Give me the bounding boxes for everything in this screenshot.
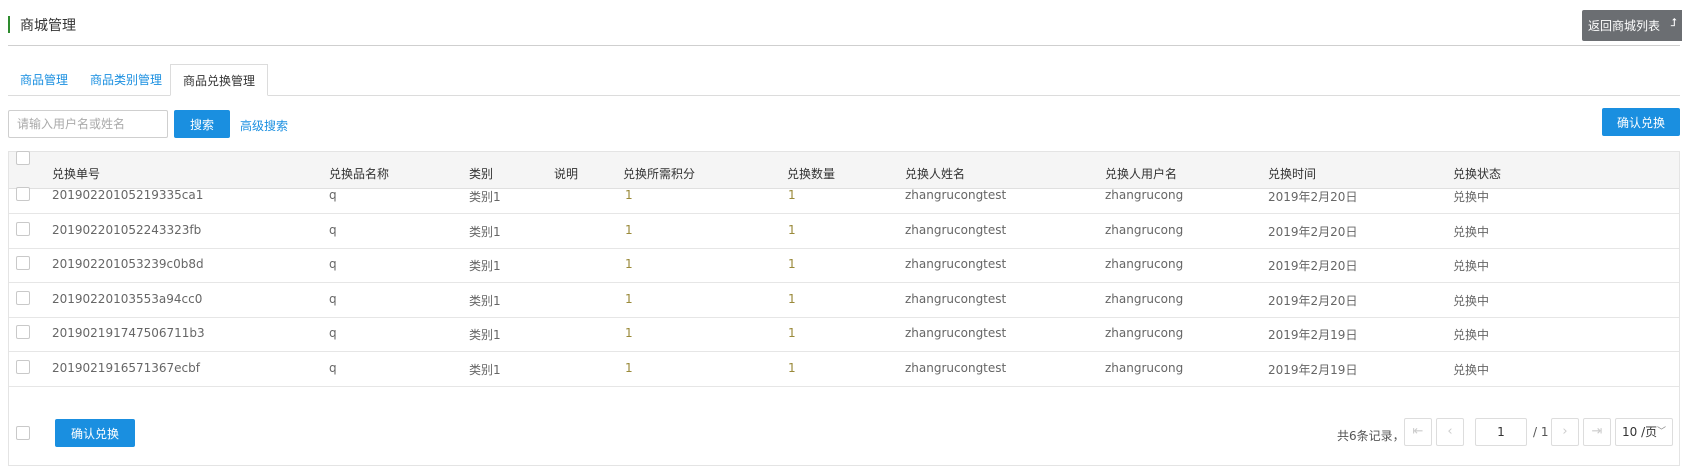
cell-item-name: q bbox=[329, 188, 337, 202]
cell-item-name: q bbox=[329, 292, 337, 306]
cell-exchange-time: 2019年2月20日 bbox=[1268, 190, 1358, 204]
cell-exchange-time: 2019年2月20日 bbox=[1268, 259, 1358, 273]
cell-required-points: 1 bbox=[625, 326, 633, 340]
cell-quantity: 1 bbox=[788, 326, 796, 340]
row-checkbox[interactable] bbox=[16, 291, 30, 305]
row-checkbox[interactable] bbox=[16, 325, 30, 339]
cell-category: 类别1 bbox=[469, 259, 501, 273]
cell-quantity: 1 bbox=[788, 223, 796, 237]
cell-order-number: 2019021916571367ecbf bbox=[52, 361, 200, 375]
cell-exchange-status: 兑换中 bbox=[1453, 225, 1490, 239]
cell-required-points: 1 bbox=[625, 292, 633, 306]
page-size-value: 10 /页 bbox=[1622, 425, 1658, 439]
cell-exchange-time: 2019年2月19日 bbox=[1268, 363, 1358, 377]
cell-exchange-time: 2019年2月20日 bbox=[1268, 225, 1358, 239]
select-all-checkbox[interactable] bbox=[16, 151, 30, 165]
cell-category: 类别1 bbox=[469, 363, 501, 377]
cell-category: 类别1 bbox=[469, 294, 501, 308]
tab-product-management[interactable]: 商品管理 bbox=[20, 64, 68, 96]
total-pages-text: / 1 bbox=[1533, 425, 1549, 439]
cell-item-name: q bbox=[329, 223, 337, 237]
cell-exchanger-username: zhangrucong bbox=[1105, 361, 1184, 375]
cell-exchanger-username: zhangrucong bbox=[1105, 257, 1184, 271]
cell-exchange-status: 兑换中 bbox=[1453, 328, 1490, 342]
total-records-text: 共6条记录， bbox=[1337, 429, 1405, 443]
back-button-label: 返回商城列表 bbox=[1588, 19, 1661, 33]
table-row: 201902191747506711b3 q 类别1 1 1 zhangruco… bbox=[9, 315, 1679, 352]
table-row: 20190220103553a94cc0 q 类别1 1 1 zhangruco… bbox=[9, 281, 1679, 318]
exchange-table: 兑换单号 兑换品名称 类别 说明 兑换所需积分 兑换数量 兑换人姓名 兑换人用户… bbox=[8, 151, 1680, 466]
cell-required-points: 1 bbox=[625, 188, 633, 202]
row-checkbox[interactable] bbox=[16, 360, 30, 374]
first-page-icon[interactable]: ⇤ bbox=[1404, 418, 1432, 446]
cell-quantity: 1 bbox=[788, 292, 796, 306]
table-row: 201902201053239c0b8d q 类别1 1 1 zhangruco… bbox=[9, 246, 1679, 283]
cell-category: 类别1 bbox=[469, 190, 501, 204]
table-row: 2019021916571367ecbf q 类别1 1 1 zhangruco… bbox=[9, 350, 1679, 387]
cell-quantity: 1 bbox=[788, 361, 796, 375]
cell-item-name: q bbox=[329, 361, 337, 375]
cell-order-number: 201902201052243323fb bbox=[52, 223, 202, 237]
advanced-search-link[interactable]: 高级搜索 bbox=[240, 117, 288, 134]
prev-page-icon[interactable]: ‹ bbox=[1436, 418, 1464, 446]
cell-exchanger-username: zhangrucong bbox=[1105, 223, 1184, 237]
cell-exchanger-name: zhangrucongtest bbox=[905, 223, 1007, 237]
search-input[interactable] bbox=[8, 110, 168, 138]
cell-order-number: 201902201053239c0b8d bbox=[52, 257, 204, 271]
cell-exchanger-username: zhangrucong bbox=[1105, 292, 1184, 306]
last-page-icon[interactable]: ⇥ bbox=[1583, 418, 1611, 446]
cell-quantity: 1 bbox=[788, 257, 796, 271]
page-header: 商城管理 返回商城列表 ⮥ bbox=[8, 10, 1682, 46]
cell-order-number: 201902191747506711b3 bbox=[52, 326, 205, 340]
cell-exchanger-name: zhangrucongtest bbox=[905, 361, 1007, 375]
table-row: 20190220105219335ca1 q 类别1 1 1 zhangruco… bbox=[9, 177, 1679, 214]
cell-item-name: q bbox=[329, 326, 337, 340]
cell-exchanger-name: zhangrucongtest bbox=[905, 326, 1007, 340]
cell-exchange-time: 2019年2月20日 bbox=[1268, 294, 1358, 308]
confirm-exchange-button-top[interactable]: 确认兑换 bbox=[1602, 108, 1680, 136]
cell-exchange-time: 2019年2月19日 bbox=[1268, 328, 1358, 342]
page-size-select[interactable]: 10 /页 ﹀ bbox=[1615, 418, 1673, 446]
tab-category-management[interactable]: 商品类别管理 bbox=[90, 64, 162, 96]
cell-item-name: q bbox=[329, 257, 337, 271]
row-checkbox[interactable] bbox=[16, 256, 30, 270]
back-to-mall-list-button[interactable]: 返回商城列表 ⮥ bbox=[1582, 10, 1682, 41]
tab-exchange-management[interactable]: 商品兑换管理 bbox=[170, 64, 269, 96]
cell-required-points: 1 bbox=[625, 223, 633, 237]
cell-category: 类别1 bbox=[469, 328, 501, 342]
cell-required-points: 1 bbox=[625, 257, 633, 271]
cell-exchanger-name: zhangrucongtest bbox=[905, 292, 1007, 306]
cell-exchanger-name: zhangrucongtest bbox=[905, 257, 1007, 271]
table-footer: 确认兑换 共6条记录， ⇤ ‹ / 1 › ⇥ 10 /页 ﹀ bbox=[9, 411, 1679, 465]
row-checkbox[interactable] bbox=[16, 187, 30, 201]
table-row: 201902201052243323fb q 类别1 1 1 zhangruco… bbox=[9, 212, 1679, 249]
cell-exchange-status: 兑换中 bbox=[1453, 259, 1490, 273]
cell-exchange-status: 兑换中 bbox=[1453, 294, 1490, 308]
footer-select-all-checkbox[interactable] bbox=[16, 426, 30, 440]
search-button[interactable]: 搜索 bbox=[174, 110, 230, 138]
confirm-exchange-button-bottom[interactable]: 确认兑换 bbox=[55, 419, 135, 447]
cell-exchange-status: 兑换中 bbox=[1453, 363, 1490, 377]
cell-exchanger-username: zhangrucong bbox=[1105, 188, 1184, 202]
title-accent-bar bbox=[8, 16, 10, 33]
return-arrow-icon: ⮥ bbox=[1670, 16, 1678, 29]
cell-required-points: 1 bbox=[625, 361, 633, 375]
cell-order-number: 20190220105219335ca1 bbox=[52, 188, 204, 202]
cell-order-number: 20190220103553a94cc0 bbox=[52, 292, 203, 306]
page-title: 商城管理 bbox=[20, 18, 76, 34]
chevron-down-icon: ﹀ bbox=[1656, 427, 1666, 437]
cell-category: 类别1 bbox=[469, 225, 501, 239]
tab-bar: 商品管理 商品类别管理 商品兑换管理 bbox=[8, 64, 1680, 96]
next-page-icon[interactable]: › bbox=[1551, 418, 1579, 446]
page-number-input[interactable] bbox=[1475, 418, 1527, 446]
cell-exchange-status: 兑换中 bbox=[1453, 190, 1490, 204]
cell-exchanger-username: zhangrucong bbox=[1105, 326, 1184, 340]
row-checkbox[interactable] bbox=[16, 222, 30, 236]
cell-exchanger-name: zhangrucongtest bbox=[905, 188, 1007, 202]
cell-quantity: 1 bbox=[788, 188, 796, 202]
